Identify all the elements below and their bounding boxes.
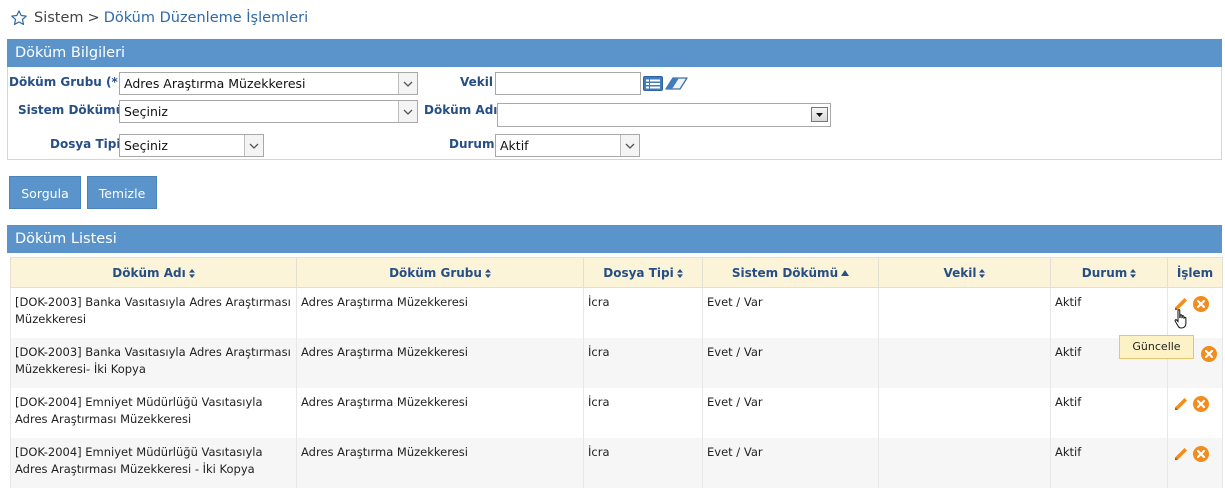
cell-dokum-grubu: Adres Araştırma Müzekkeresi	[296, 388, 584, 438]
sort-icon[interactable]	[676, 268, 683, 278]
delete-x-icon[interactable]	[1200, 345, 1218, 363]
query-button[interactable]: Sorgula	[9, 176, 81, 209]
breadcrumb-separator: >	[87, 10, 100, 26]
cell-dokum-adi: [DOK-2004] Emniyet Müdürlüğü Vasıtasıyla…	[10, 388, 297, 438]
breadcrumb-current: Döküm Düzenleme İşlemleri	[103, 10, 309, 26]
col-header-vekil[interactable]: Vekil	[878, 257, 1051, 288]
dosya-tipi-label: Dosya Tipi	[50, 137, 121, 151]
sort-icon[interactable]	[188, 268, 195, 278]
durum-label: Durum	[449, 137, 495, 151]
cell-dokum-adi: [DOK-2004] Emniyet Müdürlüğü Vasıtasıyla…	[10, 438, 297, 488]
cell-vekil	[878, 388, 1051, 438]
dokum-grubu-label: Döküm Grubu (*)	[9, 75, 124, 89]
vekil-label: Vekil	[460, 75, 493, 89]
sistem-dokumu-label: Sistem Dökümü	[18, 103, 125, 117]
cell-sistem-dokumu: Evet / Var	[702, 287, 879, 338]
cell-islem	[1167, 438, 1223, 488]
sort-icon[interactable]	[979, 268, 986, 278]
durum-value: Aktif	[500, 138, 529, 153]
chevron-down-icon[interactable]	[398, 73, 417, 94]
cell-dosya-tipi: İcra	[583, 388, 703, 438]
cell-sistem-dokumu: Evet / Var	[702, 438, 879, 488]
cell-sistem-dokumu: Evet / Var	[702, 388, 879, 438]
cell-dokum-adi: [DOK-2003] Banka Vasıtasıyla Adres Araşt…	[10, 338, 297, 388]
chevron-down-icon[interactable]	[398, 101, 417, 122]
list-panel-title: Döküm Listesi	[7, 225, 1222, 253]
update-tooltip: Güncelle	[1119, 335, 1194, 359]
dosya-tipi-select[interactable]: Seçiniz	[119, 134, 264, 157]
eraser-icon[interactable]	[665, 76, 689, 91]
dokum-table: Döküm Adı Döküm Grubu Dosya Tipi Sistem …	[10, 257, 1223, 488]
cell-dokum-grubu: Adres Araştırma Müzekkeresi	[296, 438, 584, 488]
cell-vekil	[878, 287, 1051, 338]
clear-button[interactable]: Temizle	[87, 176, 157, 209]
dokum-adi-select[interactable]	[497, 103, 831, 127]
cell-vekil	[878, 338, 1051, 388]
delete-x-icon[interactable]	[1192, 445, 1210, 463]
table-row: [DOK-2003] Banka Vasıtasıyla Adres Araşt…	[10, 338, 1223, 388]
cell-sistem-dokumu: Evet / Var	[702, 338, 879, 388]
col-header-sistem-dokumu[interactable]: Sistem Dökümü	[702, 257, 879, 288]
sort-asc-icon[interactable]	[841, 270, 850, 276]
list-icon[interactable]	[643, 76, 663, 91]
cell-islem	[1167, 388, 1223, 438]
dosya-tipi-value: Seçiniz	[124, 138, 168, 153]
chevron-down-icon[interactable]	[620, 135, 639, 156]
filter-panel-title: Döküm Bilgileri	[7, 39, 1222, 67]
cell-dokum-grubu: Adres Araştırma Müzekkeresi	[296, 287, 584, 338]
cell-dokum-grubu: Adres Araştırma Müzekkeresi	[296, 338, 584, 388]
cell-durum: Aktif	[1050, 438, 1168, 488]
table-row: [DOK-2004] Emniyet Müdürlüğü Vasıtasıyla…	[10, 388, 1223, 438]
breadcrumb: Sistem > Döküm Düzenleme İşlemleri	[10, 8, 308, 28]
sort-icon[interactable]	[1130, 268, 1137, 278]
cell-durum: Aktif	[1050, 287, 1168, 338]
col-header-durum[interactable]: Durum	[1050, 257, 1168, 288]
table-row: [DOK-2003] Banka Vasıtasıyla Adres Araşt…	[10, 287, 1223, 338]
delete-x-icon[interactable]	[1192, 395, 1210, 413]
sistem-dokumu-value: Seçiniz	[124, 104, 168, 119]
durum-select[interactable]: Aktif	[495, 134, 640, 157]
delete-x-icon[interactable]	[1192, 295, 1210, 313]
cell-dosya-tipi: İcra	[583, 287, 703, 338]
cell-vekil	[878, 438, 1051, 488]
sistem-dokumu-select[interactable]: Seçiniz	[119, 100, 418, 123]
dropdown-arrow-icon[interactable]	[811, 107, 828, 122]
table-header-row: Döküm Adı Döküm Grubu Dosya Tipi Sistem …	[10, 257, 1223, 288]
hand-cursor-icon	[1174, 309, 1187, 329]
cell-durum: Aktif	[1050, 388, 1168, 438]
col-header-dokum-grubu[interactable]: Döküm Grubu	[296, 257, 584, 288]
col-header-dokum-adi[interactable]: Döküm Adı	[10, 257, 297, 288]
vekil-input[interactable]	[495, 72, 641, 95]
cell-dokum-adi: [DOK-2003] Banka Vasıtasıyla Adres Araşt…	[10, 287, 297, 338]
breadcrumb-root[interactable]: Sistem	[34, 10, 84, 26]
table-row: [DOK-2004] Emniyet Müdürlüğü Vasıtasıyla…	[10, 438, 1223, 488]
chevron-down-icon[interactable]	[244, 135, 263, 156]
pencil-icon[interactable]	[1172, 395, 1190, 413]
col-header-dosya-tipi[interactable]: Dosya Tipi	[583, 257, 703, 288]
cell-dosya-tipi: İcra	[583, 438, 703, 488]
sort-icon[interactable]	[484, 268, 491, 278]
dokum-adi-label: Döküm Adı	[424, 103, 498, 117]
dokum-grubu-value: Adres Araştırma Müzekkeresi	[124, 76, 306, 91]
col-header-islem: İşlem	[1167, 257, 1223, 288]
pencil-icon[interactable]	[1172, 445, 1190, 463]
cell-dosya-tipi: İcra	[583, 338, 703, 388]
dokum-grubu-select[interactable]: Adres Araştırma Müzekkeresi	[119, 72, 418, 95]
star-icon[interactable]	[10, 9, 28, 27]
